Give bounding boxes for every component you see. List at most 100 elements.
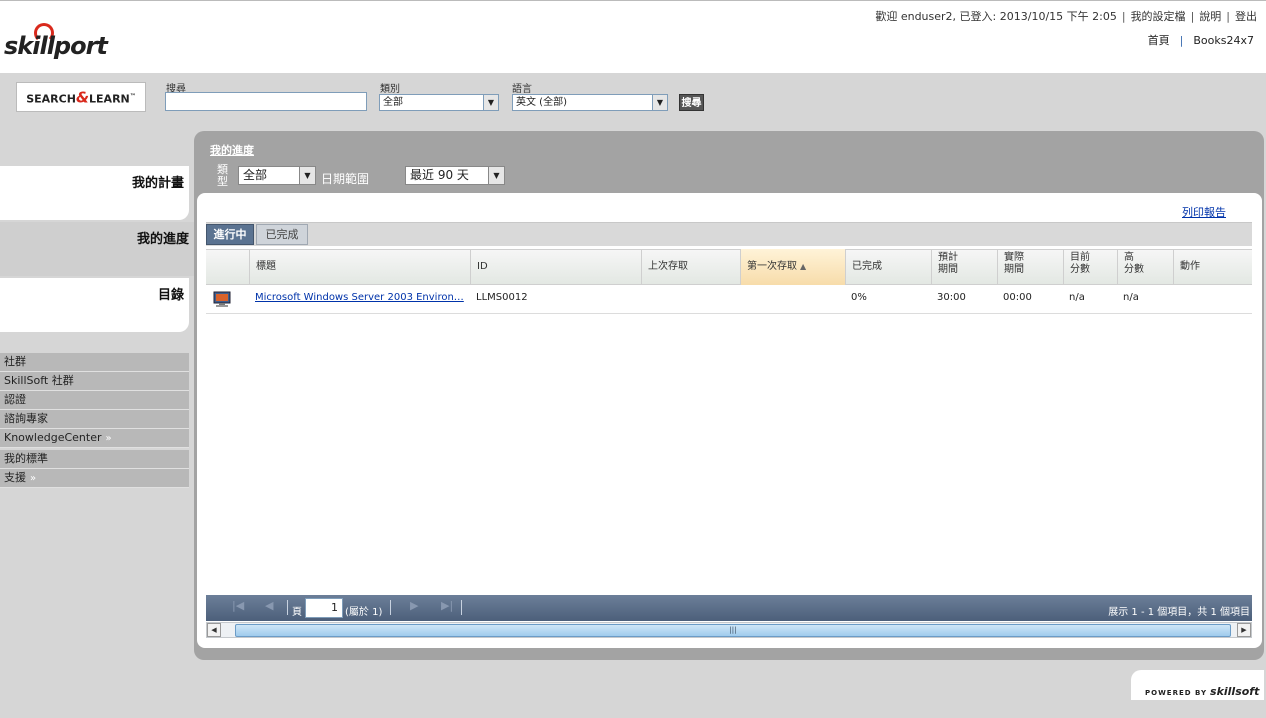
side-link-label: KnowledgeCenter [4, 431, 102, 444]
search-logo-amp: & [75, 88, 90, 107]
side-link-0[interactable]: 社群 [0, 353, 189, 372]
skillport-logo[interactable]: skillport [4, 20, 114, 68]
top-links: 歡迎 enduser2, 已登入: 2013/10/15 下午 2:05 | 我的設… [875, 10, 1257, 23]
pager-separator [287, 600, 288, 615]
side-link-1[interactable]: SkillSoft 社群 [0, 372, 189, 391]
current-score: n/a [1069, 292, 1085, 303]
first-page-icon[interactable]: |◀ [232, 599, 244, 612]
language-select[interactable]: 英文 (全部) ▼ [512, 94, 668, 111]
powered-by-text: POWERED BY [1145, 689, 1208, 697]
scrollbar-thumb[interactable]: ||| [235, 624, 1231, 637]
pager-summary: 展示 1 - 1 個項目，共 1 個項目 [1108, 607, 1250, 618]
nav-my-progress[interactable]: 我的進度 [0, 222, 194, 276]
my-profile-link[interactable]: 我的設定檔 [1131, 10, 1186, 23]
column-header-label: 第一次存取 [747, 261, 797, 272]
side-link-label: SkillSoft 社群 [4, 374, 74, 387]
dropdown-arrow-icon[interactable]: ▼ [488, 167, 504, 184]
tab-in-progress[interactable]: 進行中 [206, 224, 254, 245]
side-link-4[interactable]: KnowledgeCenter» [0, 429, 189, 448]
pager-separator [461, 600, 462, 615]
category-label: 類別 [380, 84, 400, 95]
scroll-left-icon[interactable]: ◀ [207, 623, 221, 637]
scroll-right-icon[interactable]: ▶ [1237, 623, 1251, 637]
dropdown-arrow-icon[interactable]: ▼ [483, 95, 498, 110]
computer-course-icon [213, 291, 232, 308]
logo-text: skillport [4, 32, 108, 60]
column-header-1[interactable]: ID [470, 249, 641, 285]
side-link-label: 社群 [4, 355, 26, 368]
date-range-value: 最近 90 天 [410, 168, 469, 182]
help-link[interactable]: 說明 [1199, 10, 1221, 23]
dropdown-arrow-icon[interactable]: ▼ [652, 95, 667, 110]
category-select[interactable]: 全部 ▼ [379, 94, 499, 111]
sort-ascending-icon: ▲ [800, 262, 807, 271]
column-header-9[interactable]: 動作 [1173, 249, 1252, 285]
side-link-2[interactable]: 認證 [0, 391, 189, 410]
tab-bar [206, 222, 1252, 246]
column-header-0[interactable]: 標題 [249, 249, 470, 285]
search-input[interactable] [165, 92, 367, 111]
column-header-label: ID [477, 261, 488, 272]
side-link-label: 我的標準 [4, 452, 48, 465]
pager-separator [390, 600, 391, 615]
column-header-6[interactable]: 實際 期間 [997, 249, 1063, 285]
column-header-3[interactable]: 第一次存取 ▲ [740, 249, 845, 285]
language-label: 語言 [512, 84, 532, 95]
category-value: 全部 [383, 97, 403, 108]
date-range-label: 日期範圍 [321, 172, 370, 186]
side-link-label: 支援 [4, 471, 26, 484]
home-link[interactable]: 首頁 [1148, 34, 1170, 47]
nav-catalog[interactable]: 目錄 [0, 278, 189, 332]
search-logo-left: SEARCH [26, 92, 76, 106]
books24x7-link[interactable]: Books24x7 [1193, 34, 1254, 47]
column-header-label: 上次存取 [648, 261, 688, 272]
page-number-input[interactable]: 1 [305, 598, 343, 618]
column-header-label: 目前 分數 [1070, 252, 1090, 275]
page-title[interactable]: 我的進度 [210, 142, 254, 158]
language-value: 英文 (全部) [516, 97, 567, 108]
search-button[interactable]: 搜尋 [679, 94, 704, 111]
prev-page-icon[interactable]: ◀ [265, 599, 273, 612]
course-title-link[interactable]: Microsoft Windows Server 2003 Environ… [255, 292, 465, 303]
column-header-label: 已完成 [852, 261, 882, 272]
column-header-7[interactable]: 目前 分數 [1063, 249, 1117, 285]
course-id: LLMS0012 [476, 292, 528, 303]
column-header-label: 高 分數 [1124, 252, 1144, 275]
search-logo-right: LEARN [89, 92, 130, 106]
side-link-3[interactable]: 諮詢專家 [0, 410, 189, 429]
side-link-label: 認證 [4, 393, 26, 406]
column-header-label: 動作 [1180, 261, 1200, 272]
column-header-4[interactable]: 已完成 [845, 249, 931, 285]
print-report-link[interactable]: 列印報告 [1182, 204, 1226, 220]
type-value: 全部 [243, 168, 268, 182]
column-header-8[interactable]: 高 分數 [1117, 249, 1173, 285]
search-and-learn-logo: SEARCH&LEARN™ [16, 82, 146, 112]
completed-percent: 0% [851, 292, 867, 303]
nav-my-plan[interactable]: 我的計畫 [0, 166, 189, 220]
skillsoft-logo: skillsoft [1210, 685, 1260, 698]
home-links: 首頁 | Books24x7 [1147, 34, 1254, 47]
estimated-duration: 30:00 [937, 292, 966, 303]
type-select[interactable]: 全部 ▼ [238, 166, 316, 185]
logout-link[interactable]: 登出 [1235, 10, 1257, 23]
next-page-icon[interactable]: ▶ [410, 599, 418, 612]
powered-by-skillsoft: POWERED BY skillsoft [1131, 670, 1264, 700]
last-page-icon[interactable]: ▶| [441, 599, 453, 612]
actual-duration: 00:00 [1003, 292, 1032, 303]
column-header-5[interactable]: 預計 期間 [931, 249, 997, 285]
column-header-2[interactable]: 上次存取 [641, 249, 740, 285]
welcome-text: 歡迎 enduser2, 已登入: 2013/10/15 下午 2:05 [875, 10, 1117, 23]
column-header-label: 實際 期間 [1004, 252, 1024, 275]
column-header-label: 標題 [256, 261, 276, 272]
page-of-text: (屬於 1) [345, 607, 383, 618]
side-link-5[interactable]: 我的標準 [0, 450, 189, 469]
chevron-right-icon: » [30, 473, 37, 484]
date-range-select[interactable]: 最近 90 天 ▼ [405, 166, 505, 185]
high-score: n/a [1123, 292, 1139, 303]
column-header-label: 預計 期間 [938, 252, 958, 275]
side-link-label: 諮詢專家 [4, 412, 48, 425]
tab-completed[interactable]: 已完成 [256, 224, 308, 245]
side-link-6[interactable]: 支援 » [0, 469, 189, 488]
dropdown-arrow-icon[interactable]: ▼ [299, 167, 315, 184]
row-divider [206, 313, 1252, 314]
